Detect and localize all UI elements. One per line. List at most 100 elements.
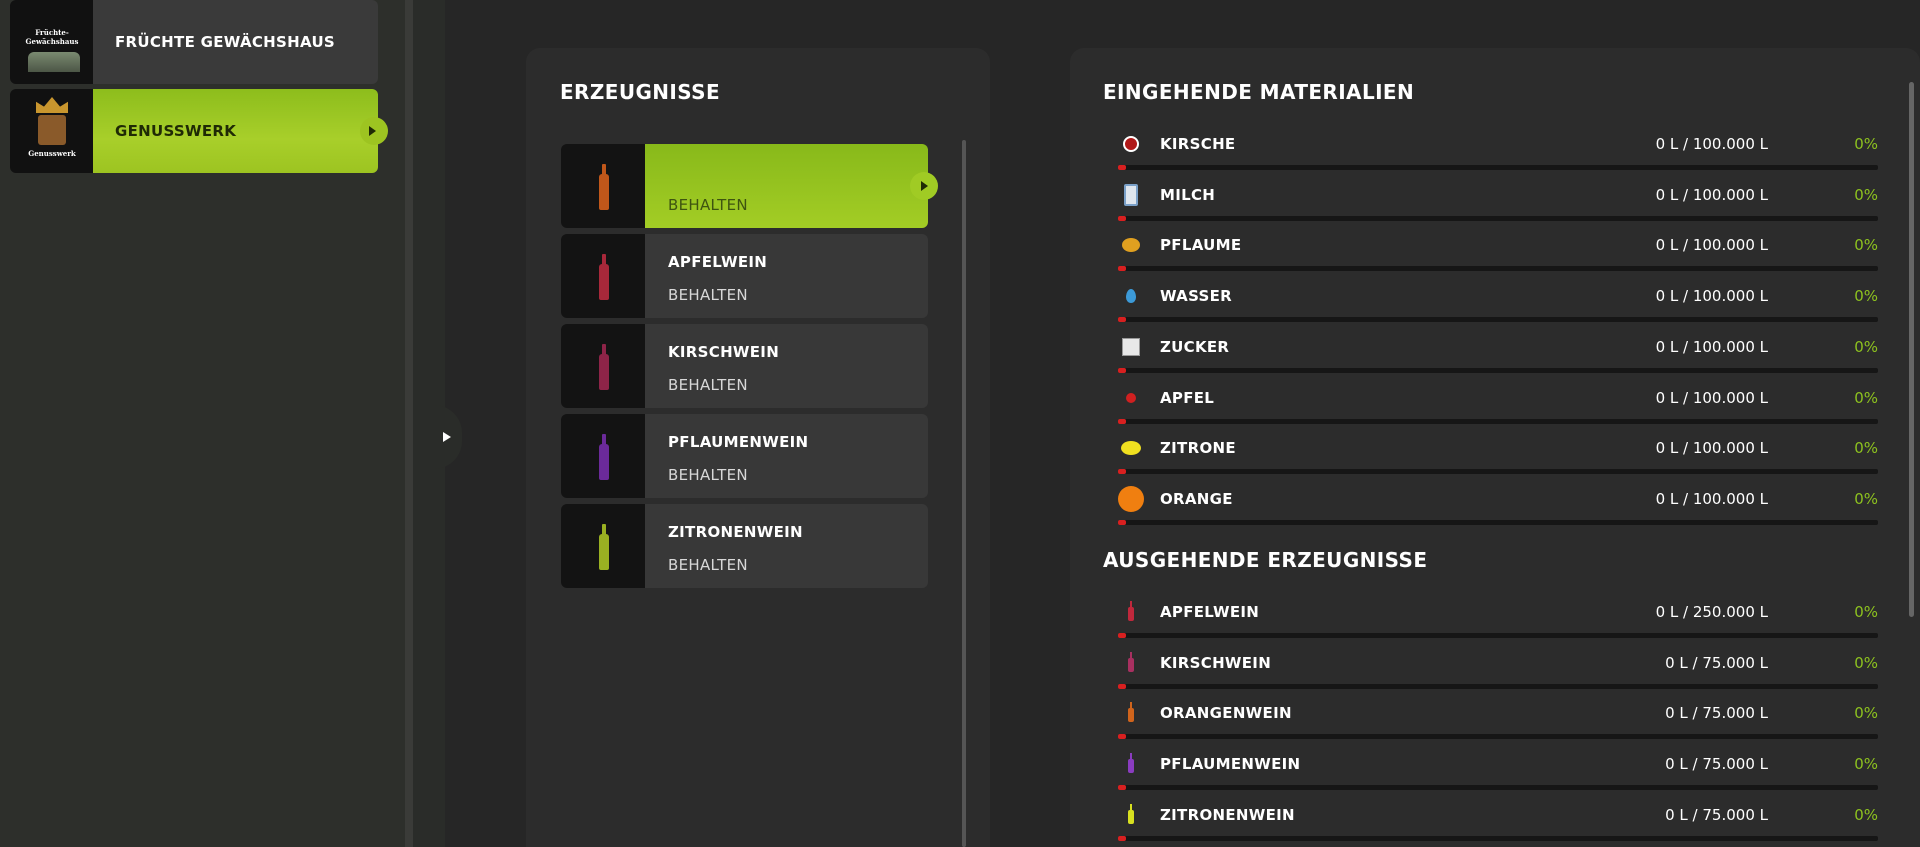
fill-bar-level [1118, 266, 1126, 272]
row-percent: 0% [1854, 287, 1878, 306]
product-item-body: BEHALTEN [645, 144, 938, 228]
wine-bottle-icon [599, 524, 609, 570]
fill-bar-track [1118, 418, 1878, 424]
row-amount: 0 L / 75.000 L [1665, 653, 1768, 672]
fill-bar-level [1118, 519, 1126, 525]
row-percent: 0% [1854, 704, 1878, 723]
thumb-line2: Gewächshaus [25, 37, 79, 46]
fill-bar-level [1118, 835, 1126, 841]
row-amount: 0 L / 75.000 L [1665, 805, 1768, 824]
row-amount: 0 L / 100.000 L [1655, 388, 1768, 407]
row-percent: 0% [1854, 236, 1878, 255]
product-item[interactable]: APFELWEIN BEHALTEN [561, 234, 928, 318]
row-percent: 0% [1854, 388, 1878, 407]
cherry-icon [1118, 131, 1144, 157]
row-percent: 0% [1854, 653, 1878, 672]
fill-bar-track [1118, 266, 1878, 272]
cherry-wine-bottle-icon [1118, 650, 1144, 676]
product-status: BEHALTEN [668, 376, 748, 394]
product-name: APFELWEIN [668, 253, 768, 271]
row-label: PFLAUME [1160, 236, 1242, 255]
fill-bar-track [1118, 633, 1878, 638]
products-scrollbar[interactable] [962, 140, 966, 847]
row-percent: 0% [1854, 603, 1878, 621]
production-item-fruechte-gewaechshaus[interactable]: Früchte- Gewächshaus FRÜCHTE GEWÄCHSHAUS [10, 0, 378, 84]
incoming-material-row: ZUCKER 0 L / 100.000 L 0% [1118, 330, 1878, 380]
plum-icon [1118, 232, 1144, 258]
row-amount: 0 L / 250.000 L [1655, 603, 1768, 621]
greenhouse-building-icon [28, 52, 80, 72]
products-title: ERZEUGNISSE [560, 80, 721, 104]
product-item[interactable]: PFLAUMENWEIN BEHALTEN [561, 414, 928, 498]
row-amount: 0 L / 100.000 L [1655, 489, 1768, 508]
production-item-label: GENUSSWERK [93, 89, 388, 173]
outgoing-product-row: PFLAUMENWEIN 0 L / 75.000 L 0% [1118, 747, 1878, 797]
product-item[interactable]: BEHALTEN [561, 144, 938, 228]
plum-wine-bottle-icon [1118, 751, 1144, 777]
product-status: BEHALTEN [668, 196, 748, 214]
product-item-body: APFELWEIN BEHALTEN [645, 234, 928, 318]
fill-bar-level [1118, 469, 1126, 475]
apple-icon [1118, 385, 1144, 411]
fill-bar-level [1118, 633, 1126, 638]
row-label: ORANGENWEIN [1160, 704, 1292, 723]
water-icon [1118, 283, 1144, 309]
product-item-body: KIRSCHWEIN BEHALTEN [645, 324, 928, 408]
panel-divider [405, 0, 413, 847]
row-percent: 0% [1854, 135, 1878, 153]
greenhouse-thumbnail: Früchte- Gewächshaus [10, 0, 93, 84]
product-item-body: ZITRONENWEIN BEHALTEN [645, 504, 928, 588]
row-label: ORANGE [1160, 489, 1233, 508]
fill-bar-level [1118, 215, 1126, 221]
product-thumbnail [561, 414, 645, 498]
outgoing-product-row: ZITRONENWEIN 0 L / 75.000 L 0% [1118, 798, 1878, 847]
materials-scrollbar[interactable] [1909, 82, 1914, 617]
fill-bar-level [1118, 683, 1126, 689]
row-percent: 0% [1854, 185, 1878, 204]
fill-bar-track [1118, 215, 1878, 221]
product-name: ZITRONENWEIN [668, 523, 803, 541]
row-percent: 0% [1854, 337, 1878, 356]
orange-icon [1118, 485, 1144, 512]
fill-bar-track [1118, 317, 1878, 323]
row-label: PFLAUMENWEIN [1160, 755, 1301, 774]
fill-bar-track [1118, 734, 1878, 740]
fill-bar-track [1118, 165, 1878, 170]
selected-arrow-icon [369, 126, 376, 136]
genusswerk-thumbnail: Genusswerk [10, 89, 93, 173]
thumb-caption: Genusswerk [28, 149, 76, 158]
row-amount: 0 L / 100.000 L [1655, 439, 1768, 458]
product-status: BEHALTEN [668, 466, 748, 484]
product-thumbnail [561, 324, 645, 408]
outgoing-product-row: ORANGENWEIN 0 L / 75.000 L 0% [1118, 696, 1878, 746]
product-thumbnail [561, 234, 645, 318]
row-label: APFELWEIN [1160, 603, 1260, 621]
orange-wine-bottle-icon [1118, 700, 1144, 726]
row-percent: 0% [1854, 489, 1878, 508]
product-item[interactable]: ZITRONENWEIN BEHALTEN [561, 504, 928, 588]
thumb-line1: Früchte- [35, 28, 69, 37]
wine-bottle-icon [599, 434, 609, 480]
incoming-material-row: ZITRONE 0 L / 100.000 L 0% [1118, 431, 1878, 481]
row-amount: 0 L / 100.000 L [1655, 337, 1768, 356]
incoming-material-row: WASSER 0 L / 100.000 L 0% [1118, 279, 1878, 329]
expand-arrow-icon [443, 432, 451, 442]
outgoing-title: AUSGEHENDE ERZEUGNISSE [1103, 548, 1428, 572]
product-status: BEHALTEN [668, 556, 748, 574]
wine-bottle-icon [599, 254, 609, 300]
fill-bar-track [1118, 367, 1878, 373]
fill-bar-track [1118, 835, 1878, 841]
fill-bar-level [1118, 785, 1126, 791]
selected-arrow-icon [921, 181, 928, 191]
wine-bottle-icon [599, 164, 609, 210]
row-label: ZUCKER [1160, 337, 1230, 356]
row-percent: 0% [1854, 439, 1878, 458]
product-thumbnail [561, 144, 645, 228]
product-item[interactable]: KIRSCHWEIN BEHALTEN [561, 324, 928, 408]
production-item-genusswerk[interactable]: Genusswerk GENUSSWERK [10, 89, 388, 173]
incoming-material-row: MILCH 0 L / 100.000 L 0% [1118, 178, 1878, 228]
fill-bar-level [1118, 165, 1126, 170]
product-item-body: PFLAUMENWEIN BEHALTEN [645, 414, 928, 498]
row-label: ZITRONE [1160, 439, 1236, 458]
outgoing-product-row: KIRSCHWEIN 0 L / 75.000 L 0% [1118, 646, 1878, 696]
